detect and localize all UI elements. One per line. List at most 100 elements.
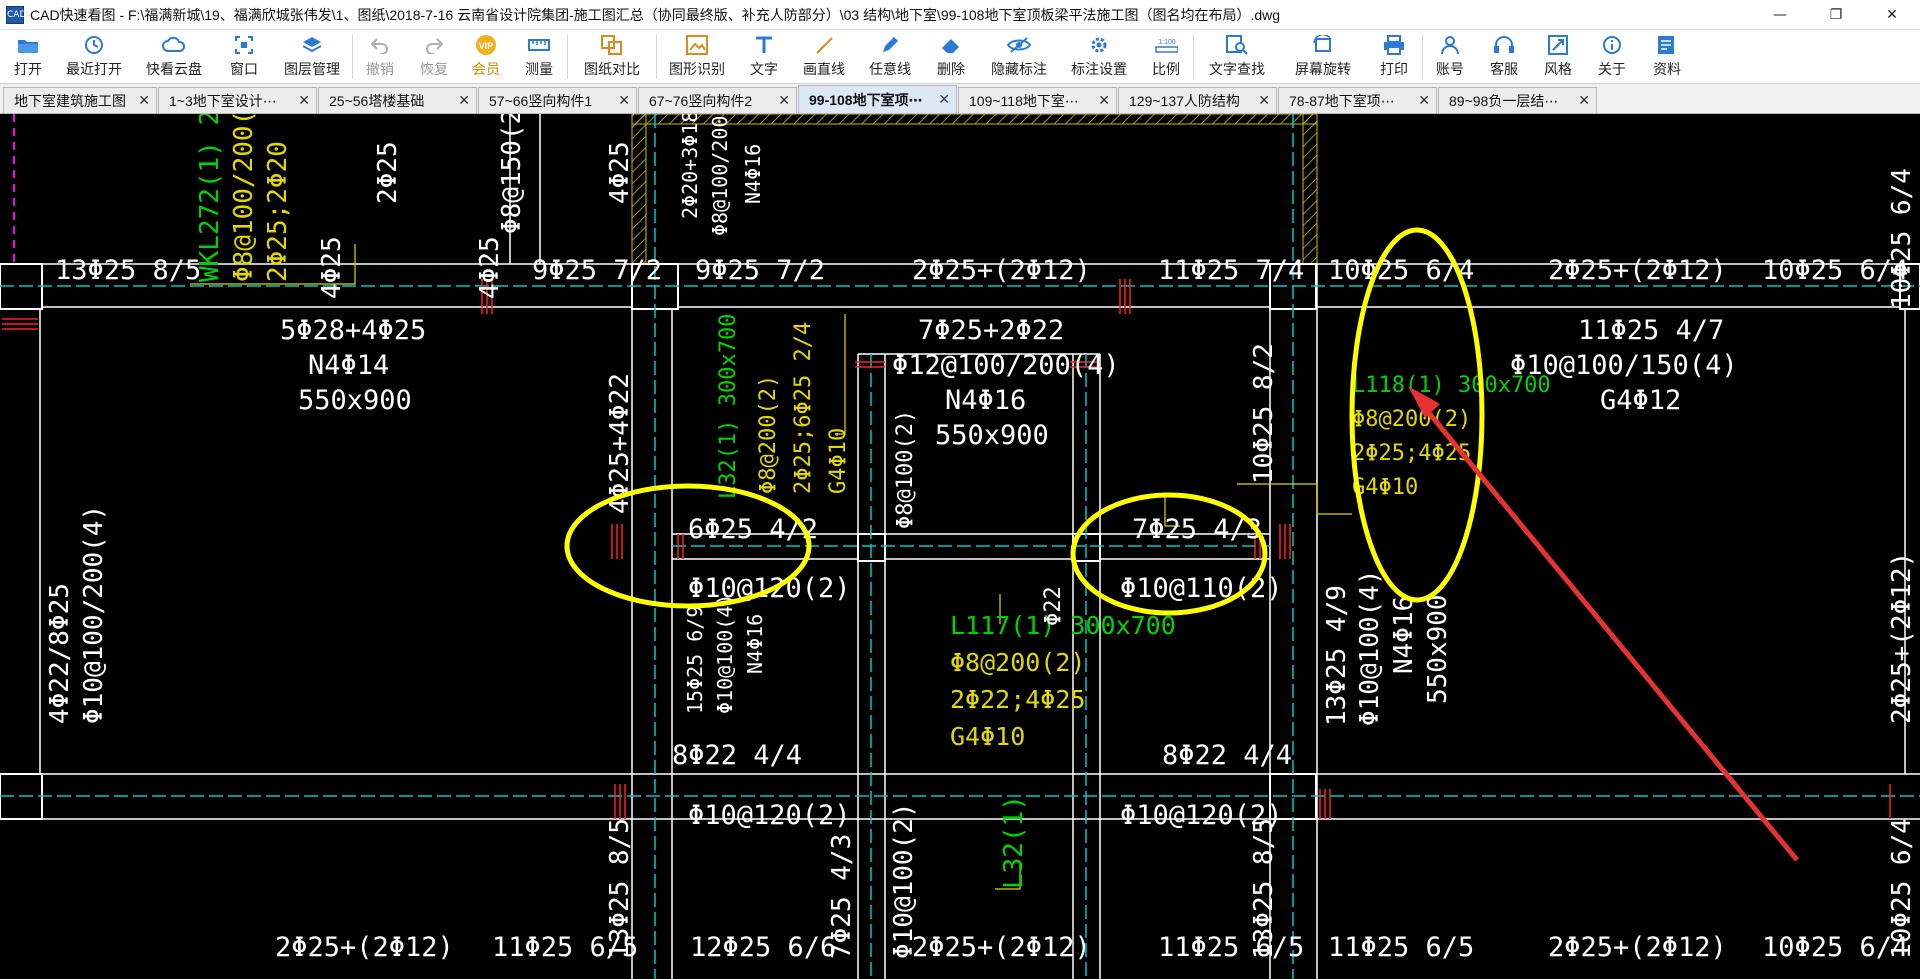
toolbar-rotate-button[interactable]: 屏幕旋转 bbox=[1280, 30, 1366, 84]
tab-document[interactable]: 78-87地下室项⋯ ✕ bbox=[1278, 87, 1437, 113]
tab-document[interactable]: 109~118地下室⋯ ✕ bbox=[958, 87, 1117, 113]
toolbar-text-search-button[interactable]: 文字查找 bbox=[1194, 30, 1280, 84]
toolbar-freeline-button[interactable]: 任意线 bbox=[857, 30, 923, 84]
toolbar-compare-button[interactable]: 图纸对比 bbox=[568, 30, 656, 84]
toolbar-hide-annot-label: 隐藏标注 bbox=[991, 61, 1047, 77]
toolbar-account-button[interactable]: 账号 bbox=[1423, 30, 1477, 84]
vertical-label-green: L32(1) bbox=[999, 795, 1029, 889]
maximize-button[interactable]: ❐ bbox=[1808, 0, 1864, 30]
toolbar-line-button[interactable]: 画直线 bbox=[791, 30, 857, 84]
tab-document[interactable]: 89~98负一层结⋯ ✕ bbox=[1438, 87, 1597, 113]
beam-label: 13Φ25 8/5 bbox=[55, 255, 201, 286]
tab-label: 1~3地下室设计⋯ bbox=[169, 92, 277, 109]
toolbar-docs-button[interactable]: 资料 bbox=[1639, 30, 1695, 84]
beam-label-yellow: G4Φ10 bbox=[1352, 475, 1418, 500]
toolbar-text-label: 文字 bbox=[750, 61, 778, 77]
tab-document[interactable]: 1~3地下室设计⋯ ✕ bbox=[158, 87, 317, 113]
document-tabs: 地下室建筑施工图 ✕ 1~3地下室设计⋯ ✕ 25~56塔楼基础 ✕ 57~66竖向构… bbox=[0, 84, 1920, 114]
user-icon bbox=[1438, 33, 1462, 57]
vertical-label-green: WKL272(1) 250 bbox=[195, 114, 225, 282]
toolbar-undo-button[interactable]: 撤销 bbox=[353, 30, 407, 84]
red-arrow-shaft bbox=[1418, 400, 1799, 862]
title-bar: CAD CAD快速看图 - F:\福满新城\19、福满欣城张伟发\1、图纸\20… bbox=[0, 0, 1920, 30]
tab-close-icon[interactable]: ✕ bbox=[1418, 93, 1430, 109]
beam-label: 8Φ22 4/4 bbox=[672, 740, 802, 771]
toolbar-about-button[interactable]: 关于 bbox=[1585, 30, 1639, 84]
tab-label: 57~66竖向构件1 bbox=[489, 92, 593, 109]
style-icon bbox=[1546, 33, 1570, 57]
tab-document[interactable]: 129~137人防结构 ✕ bbox=[1118, 87, 1277, 113]
toolbar-layers-label: 图层管理 bbox=[284, 61, 340, 77]
toolbar-delete-button[interactable]: 删除 bbox=[923, 30, 979, 84]
tab-close-icon[interactable]: ✕ bbox=[458, 93, 470, 109]
vertical-label: 2Φ25 bbox=[373, 141, 403, 204]
vertical-annotations: WKL272(1) 250 Φ8@100/200(2 2Φ25;2Φ20 2Φ2… bbox=[45, 114, 1917, 959]
toolbar-measure-button[interactable]: 测量 bbox=[511, 30, 567, 84]
hatched-wall-right bbox=[1302, 114, 1318, 265]
vertical-label: Φ8@150(2) bbox=[497, 114, 527, 234]
vertical-label: Φ10@100/200(4) bbox=[79, 505, 109, 724]
tab-close-icon[interactable]: ✕ bbox=[618, 93, 630, 109]
toolbar-scale-label: 比例 bbox=[1152, 61, 1180, 77]
toolbar-text-button[interactable]: 文字 bbox=[737, 30, 791, 84]
vertical-label: Φ22 bbox=[1041, 586, 1066, 626]
tab-document[interactable]: 25~56塔楼基础 ✕ bbox=[318, 87, 477, 113]
beam-label: 550x900 bbox=[298, 385, 412, 416]
window-icon bbox=[232, 33, 256, 57]
tab-close-icon[interactable]: ✕ bbox=[778, 93, 790, 109]
toolbar-service-button[interactable]: 客服 bbox=[1477, 30, 1531, 84]
beam-annotations-white: 13Φ25 8/5 9Φ25 7/2 9Φ25 7/2 2Φ25+(2Φ12) … bbox=[55, 255, 1908, 963]
toolbar-recent-label: 最近打开 bbox=[66, 61, 122, 77]
vertical-label: Φ8@100/200( bbox=[708, 114, 732, 236]
toolbar-cloud-button[interactable]: 快看云盘 bbox=[132, 30, 216, 84]
toolbar-hide-annot-button[interactable]: 隐藏标注 bbox=[979, 30, 1059, 84]
toolbar-redo-button[interactable]: 恢复 bbox=[407, 30, 461, 84]
hatched-wall-top bbox=[631, 114, 1318, 125]
vertical-label: Φ10@100(4) bbox=[1355, 569, 1385, 726]
vertical-label: 4Φ25 bbox=[317, 236, 347, 299]
tab-label: 25~56塔楼基础 bbox=[329, 92, 425, 109]
vertical-label: Φ10@100(2) bbox=[889, 802, 919, 959]
toolbar-recent-button[interactable]: 最近打开 bbox=[56, 30, 132, 84]
tab-close-icon[interactable]: ✕ bbox=[1258, 93, 1270, 109]
tab-document[interactable]: 67~76竖向构件2 ✕ bbox=[638, 87, 797, 113]
toolbar-layers-button[interactable]: 图层管理 bbox=[272, 30, 352, 84]
vertical-label-yellow: Φ8@200(2) bbox=[756, 375, 781, 494]
tab-close-icon[interactable]: ✕ bbox=[298, 93, 310, 109]
cad-drawing[interactable]: 13Φ25 8/5 9Φ25 7/2 9Φ25 7/2 2Φ25+(2Φ12) … bbox=[0, 114, 1920, 979]
toolbar-scale-button[interactable]: 1:100 比例 bbox=[1139, 30, 1193, 84]
pen-icon bbox=[878, 33, 902, 57]
tab-document[interactable]: 地下室建筑施工图 ✕ bbox=[3, 87, 157, 113]
tab-close-icon[interactable]: ✕ bbox=[938, 92, 950, 108]
drawing-canvas[interactable]: 13Φ25 8/5 9Φ25 7/2 9Φ25 7/2 2Φ25+(2Φ12) … bbox=[0, 114, 1920, 979]
vertical-label: 550x900 bbox=[1423, 594, 1453, 704]
toolbar-vip-button[interactable]: VIP 会员 bbox=[461, 30, 511, 84]
tab-close-icon[interactable]: ✕ bbox=[138, 93, 150, 109]
minimize-button[interactable]: — bbox=[1752, 0, 1808, 30]
toolbar-style-button[interactable]: 风格 bbox=[1531, 30, 1585, 84]
red-arrow-annotation bbox=[1408, 386, 1799, 862]
toolbar-window-button[interactable]: 窗口 bbox=[216, 30, 272, 84]
toolbar-service-label: 客服 bbox=[1490, 61, 1518, 77]
tab-close-icon[interactable]: ✕ bbox=[1578, 93, 1590, 109]
toolbar-open-button[interactable]: 打开 bbox=[0, 30, 56, 84]
info-icon bbox=[1600, 33, 1624, 57]
tab-close-icon[interactable]: ✕ bbox=[1098, 93, 1110, 109]
eraser-icon bbox=[939, 33, 963, 57]
compare-icon bbox=[600, 33, 624, 57]
vertical-label: 4Φ25 bbox=[605, 141, 635, 204]
beam-label-yellow: G4Φ10 bbox=[950, 722, 1025, 751]
toolbar-annot-settings-button[interactable]: 标注设置 bbox=[1059, 30, 1139, 84]
toolbar-recognize-button[interactable]: 图形识别 bbox=[657, 30, 737, 84]
vertical-label-yellow: G4Φ10 bbox=[826, 428, 851, 494]
vertical-label: 10Φ25 6/4 bbox=[1887, 168, 1917, 309]
tab-document-active[interactable]: 99-108地下室项⋯ ✕ bbox=[798, 85, 957, 113]
beam-label: 2Φ25+(2Φ12) bbox=[912, 932, 1091, 963]
folder-open-icon bbox=[16, 33, 40, 57]
close-window-button[interactable]: ✕ bbox=[1864, 0, 1920, 30]
vertical-label: 2Φ25+(2Φ12) bbox=[1887, 552, 1917, 724]
toolbar-print-button[interactable]: 打印 bbox=[1366, 30, 1422, 84]
tab-document[interactable]: 57~66竖向构件1 ✕ bbox=[478, 87, 637, 113]
toolbar-vip-label: 会员 bbox=[472, 61, 500, 77]
beam-label: 2Φ25+(2Φ12) bbox=[1548, 932, 1727, 963]
